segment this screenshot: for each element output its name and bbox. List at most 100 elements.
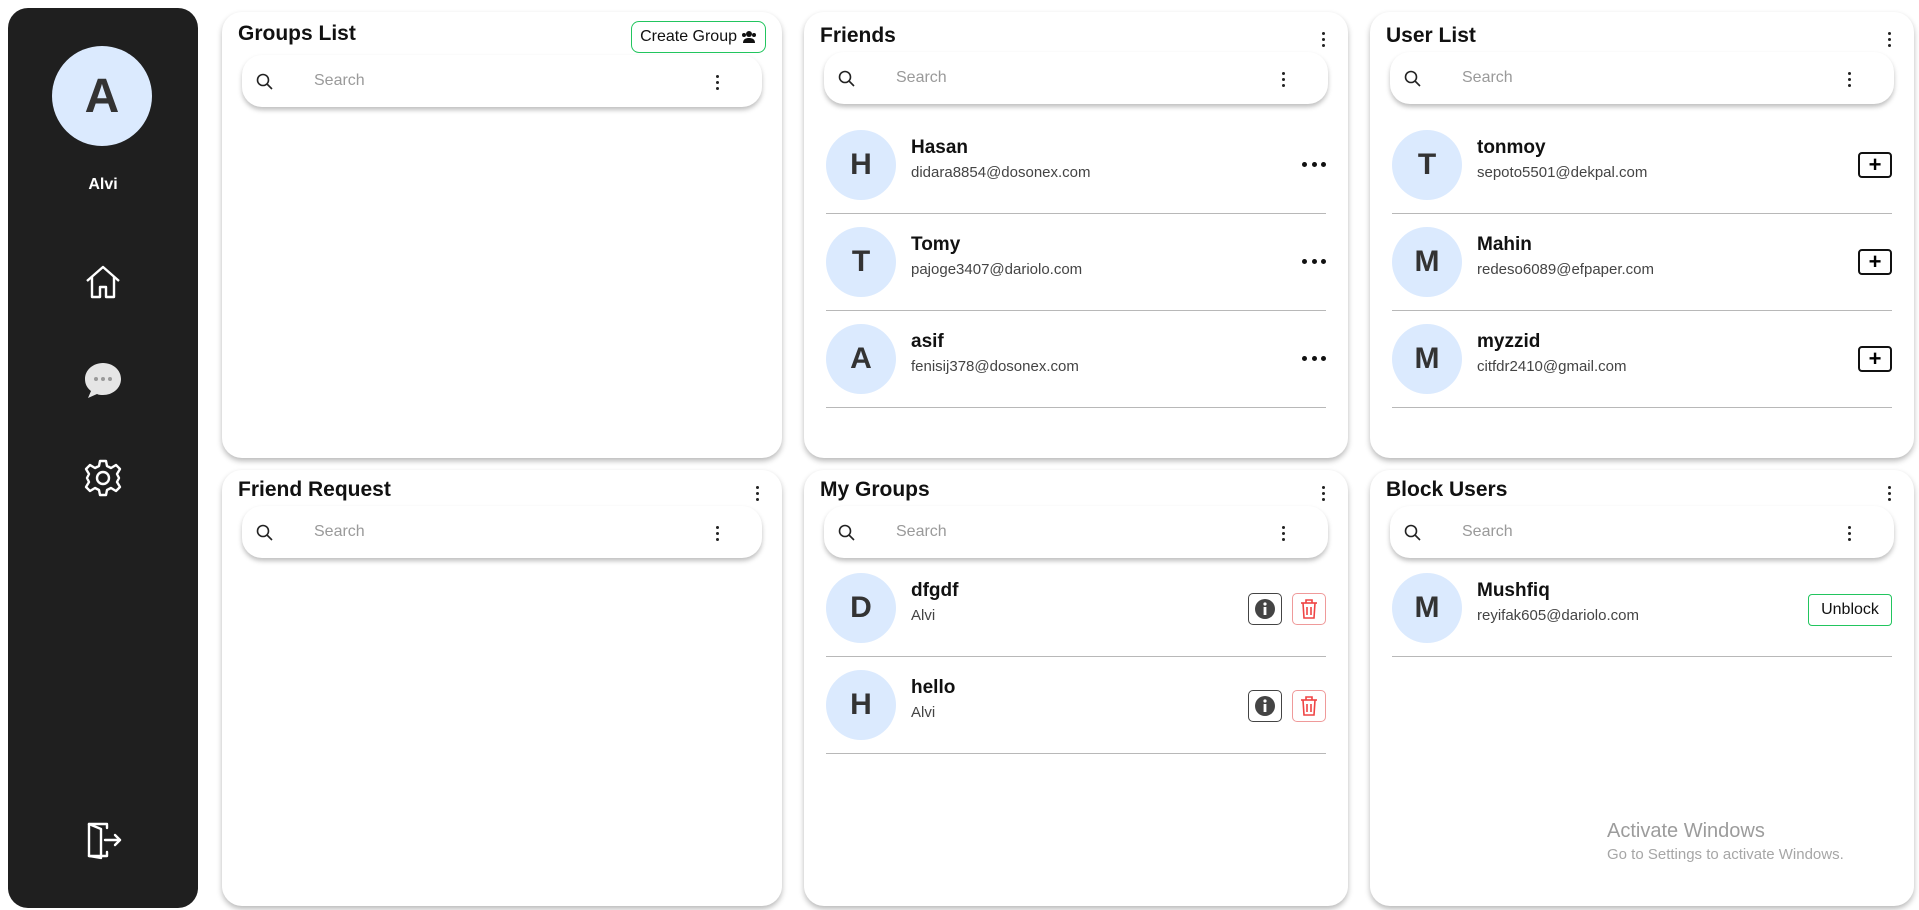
chat-icon[interactable] — [83, 360, 123, 400]
friend-request-search — [242, 506, 762, 558]
avatar: H — [826, 130, 896, 200]
group-name: hello — [911, 677, 956, 698]
profile-avatar[interactable]: A — [52, 46, 152, 146]
list-item: H Hasan didara8854@dosonex.com — [826, 117, 1326, 214]
info-button[interactable] — [1248, 690, 1282, 722]
avatar: M — [1392, 227, 1462, 297]
groups-list-card: Groups List Create Group — [222, 12, 782, 458]
my-groups-search-input[interactable] — [896, 520, 1176, 544]
user-list-title: User List — [1386, 24, 1476, 47]
search-icon — [256, 73, 273, 90]
activate-windows-subtitle: Go to Settings to activate Windows. — [1607, 846, 1844, 863]
trash-icon — [1301, 696, 1317, 716]
blocked-user-email: reyifak605@dariolo.com — [1477, 607, 1639, 624]
search-menu-icon[interactable] — [712, 522, 722, 544]
create-group-button[interactable]: Create Group — [631, 21, 766, 53]
avatar: D — [826, 573, 896, 643]
avatar: A — [826, 324, 896, 394]
activate-windows-title: Activate Windows — [1607, 820, 1765, 842]
user-email: citfdr2410@gmail.com — [1477, 358, 1627, 375]
list-item: M myzzid citfdr2410@gmail.com + — [1392, 311, 1892, 408]
user-list-search-input[interactable] — [1462, 66, 1742, 90]
friend-email: fenisij378@dosonex.com — [911, 358, 1079, 375]
create-group-label: Create Group — [640, 28, 737, 45]
my-groups-search — [824, 506, 1328, 558]
search-icon — [256, 524, 273, 541]
block-users-search — [1390, 506, 1894, 558]
friends-menu-icon[interactable] — [1318, 28, 1328, 50]
friend-name: asif — [911, 331, 944, 352]
block-users-menu-icon[interactable] — [1884, 482, 1894, 504]
info-icon — [1255, 696, 1275, 716]
search-icon — [838, 524, 855, 541]
avatar: M — [1392, 324, 1462, 394]
search-menu-icon[interactable] — [1278, 522, 1288, 544]
delete-button[interactable] — [1292, 690, 1326, 722]
blocked-user-name: Mushfiq — [1477, 580, 1550, 601]
list-item: H hello Alvi — [826, 657, 1326, 754]
user-name: myzzid — [1477, 331, 1541, 352]
search-menu-icon[interactable] — [1844, 522, 1854, 544]
user-name: tonmoy — [1477, 137, 1546, 158]
list-item: M Mushfiq reyifak605@dariolo.com Unblock — [1392, 560, 1892, 657]
user-email: sepoto5501@dekpal.com — [1477, 164, 1648, 181]
avatar: T — [1392, 130, 1462, 200]
groups-list-title: Groups List — [238, 22, 356, 45]
friend-request-menu-icon[interactable] — [752, 482, 762, 504]
groups-list-search-input[interactable] — [314, 69, 594, 93]
my-groups-menu-icon[interactable] — [1318, 482, 1328, 504]
friend-email: didara8854@dosonex.com — [911, 164, 1091, 181]
user-list-search — [1390, 52, 1894, 104]
home-icon[interactable] — [83, 262, 123, 302]
friends-search-input[interactable] — [896, 66, 1176, 90]
friends-card: Friends H Hasan didara8854@dosonex.com T… — [804, 12, 1348, 458]
info-button[interactable] — [1248, 593, 1282, 625]
trash-icon — [1301, 599, 1317, 619]
avatar: H — [826, 670, 896, 740]
search-menu-icon[interactable] — [712, 71, 722, 93]
user-name: Mahin — [1477, 234, 1532, 255]
profile-name: Alvi — [88, 176, 118, 193]
my-groups-card: My Groups D dfgdf Alvi H hello Alvi — [804, 470, 1348, 906]
list-item: A asif fenisij378@dosonex.com — [826, 311, 1326, 408]
group-owner: Alvi — [911, 607, 936, 624]
block-users-title: Block Users — [1386, 478, 1508, 501]
sidebar: A Alvi — [8, 8, 198, 908]
friend-request-title: Friend Request — [238, 478, 391, 501]
more-options-icon[interactable] — [1302, 249, 1326, 273]
user-list-menu-icon[interactable] — [1884, 28, 1894, 50]
group-owner: Alvi — [911, 704, 936, 721]
list-item: M Mahin redeso6089@efpaper.com + — [1392, 214, 1892, 311]
search-icon — [1404, 70, 1421, 87]
add-friend-button[interactable]: + — [1858, 249, 1892, 275]
friends-search — [824, 52, 1328, 104]
avatar: T — [826, 227, 896, 297]
list-item: T tonmoy sepoto5501@dekpal.com + — [1392, 117, 1892, 214]
friend-request-card: Friend Request — [222, 470, 782, 906]
avatar: M — [1392, 573, 1462, 643]
unblock-button[interactable]: Unblock — [1808, 594, 1892, 626]
list-item: T Tomy pajoge3407@dariolo.com — [826, 214, 1326, 311]
search-menu-icon[interactable] — [1844, 68, 1854, 90]
my-groups-title: My Groups — [820, 478, 930, 501]
groups-list-search — [242, 55, 762, 107]
user-email: redeso6089@efpaper.com — [1477, 261, 1655, 278]
delete-button[interactable] — [1292, 593, 1326, 625]
add-friend-button[interactable]: + — [1858, 152, 1892, 178]
friend-name: Hasan — [911, 137, 969, 158]
block-users-search-input[interactable] — [1462, 520, 1742, 544]
info-icon — [1255, 599, 1275, 619]
logout-icon[interactable] — [83, 820, 123, 860]
gear-icon[interactable] — [83, 458, 123, 498]
more-options-icon[interactable] — [1302, 152, 1326, 176]
search-menu-icon[interactable] — [1278, 68, 1288, 90]
user-list-card: User List T tonmoy sepoto5501@dekpal.com… — [1370, 12, 1914, 458]
add-friend-button[interactable]: + — [1858, 346, 1892, 372]
more-options-icon[interactable] — [1302, 346, 1326, 370]
friend-request-search-input[interactable] — [314, 520, 594, 544]
users-icon — [742, 31, 756, 43]
group-name: dfgdf — [911, 580, 959, 601]
friend-email: pajoge3407@dariolo.com — [911, 261, 1083, 278]
search-icon — [838, 70, 855, 87]
friend-name: Tomy — [911, 234, 961, 255]
